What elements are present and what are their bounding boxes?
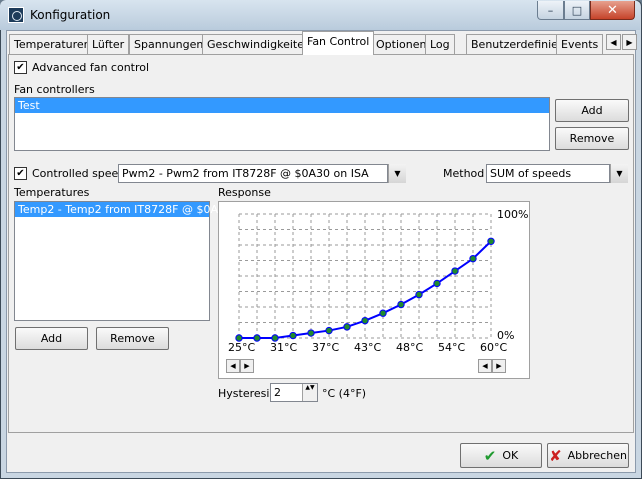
method-label: Method (443, 167, 485, 180)
tab-scroll-left-button[interactable]: ◀ (606, 34, 621, 50)
minimize-button[interactable]: – (537, 1, 564, 20)
advanced-fan-control-checkbox[interactable]: ✔ (14, 61, 27, 74)
x-tick-label: 31°C (270, 341, 298, 354)
temperatures-list[interactable]: Temp2 - Temp2 from IT8728F @ $0A30 (14, 201, 232, 321)
response-label: Response (218, 186, 271, 199)
controlled-speed-label: Controlled speed (32, 167, 126, 180)
x-tick-label: 37°C (312, 341, 340, 354)
y-max-label: 100% (497, 208, 529, 221)
temperatures-label: Temperatures (14, 186, 90, 199)
x-tick-label: 43°C (354, 341, 382, 354)
chevron-down-icon[interactable]: ▼ (388, 164, 406, 183)
check-icon: ✔ (483, 446, 497, 465)
curve-point[interactable] (487, 237, 495, 245)
curve-point[interactable] (451, 267, 459, 275)
speed-source-select[interactable]: Pwm2 - Pwm2 from IT8728F @ $0A30 on ISA … (118, 164, 406, 183)
close-button[interactable]: ✕ (590, 1, 635, 20)
curve-point[interactable] (343, 323, 351, 331)
x-tick-label: 48°C (396, 341, 424, 354)
tab-luefter[interactable]: Lüfter (87, 34, 130, 54)
app-icon (8, 7, 24, 23)
ok-button[interactable]: ✔ OK (460, 443, 542, 468)
curve-point[interactable] (289, 331, 297, 340)
curve-point[interactable] (469, 254, 477, 263)
chart-scroll-right-icon[interactable]: ▶ (240, 359, 254, 373)
curve-point[interactable] (379, 309, 387, 317)
x-tick-label: 25°C (228, 341, 256, 354)
tab-geschwindigkeiten[interactable]: Geschwindigkeiten (202, 34, 316, 54)
add-controller-button[interactable]: Add (555, 99, 629, 122)
speed-source-value: Pwm2 - Pwm2 from IT8728F @ $0A30 on ISA (118, 164, 388, 183)
chart-scroll-left-icon[interactable]: ◀ (226, 359, 240, 373)
hysteresis-label: Hysteresis (218, 387, 276, 400)
curve-point[interactable] (415, 290, 423, 299)
fan-controllers-list[interactable]: Test (14, 97, 550, 151)
method-value: SUM of speeds (486, 164, 610, 183)
remove-controller-button[interactable]: Remove (555, 127, 629, 150)
curve-point[interactable] (361, 316, 369, 325)
method-select[interactable]: SUM of speeds ▼ (486, 164, 628, 183)
maximize-button[interactable]: □ (564, 1, 590, 20)
window-title: Konfiguration (30, 8, 111, 22)
hysteresis-spinner[interactable]: 2 ▲▼ (270, 383, 318, 402)
cancel-button[interactable]: ✘ Abbrechen (547, 443, 629, 468)
tab-optionen[interactable]: Optionen (371, 34, 432, 54)
hysteresis-input[interactable]: 2 (271, 384, 302, 401)
curve-point[interactable] (307, 329, 315, 337)
chart-scroll-right-icon[interactable]: ▶ (492, 359, 506, 373)
fan-controllers-label: Fan controllers (14, 83, 95, 96)
tab-log[interactable]: Log (425, 34, 455, 54)
curve-point[interactable] (433, 279, 441, 288)
cancel-label: Abbrechen (567, 449, 627, 462)
spin-arrows-icon[interactable]: ▲▼ (302, 384, 317, 401)
cross-icon: ✘ (549, 446, 562, 465)
controlled-speed-checkbox[interactable]: ✔ (14, 167, 27, 180)
tab-events[interactable]: Events (556, 34, 604, 54)
ok-label: OK (502, 449, 519, 462)
remove-temperature-button[interactable]: Remove (96, 327, 169, 350)
hysteresis-unit: °C (4°F) (322, 387, 367, 400)
advanced-fan-control-label: Advanced fan control (32, 61, 150, 74)
curve-point[interactable] (397, 300, 405, 309)
temperature-item[interactable]: Temp2 - Temp2 from IT8728F @ $0A30 (15, 202, 232, 217)
tab-temperaturen[interactable]: Temperaturen (9, 34, 96, 54)
chart-scroll-left-icon[interactable]: ◀ (478, 359, 492, 373)
curve-point[interactable] (325, 326, 333, 335)
chevron-down-icon[interactable]: ▼ (610, 164, 628, 183)
tab-spannungen[interactable]: Spannungen (129, 34, 209, 54)
x-tick-label: 54°C (438, 341, 466, 354)
x-tick-label: 60°C (480, 341, 508, 354)
add-temperature-button[interactable]: Add (15, 327, 88, 350)
tab-fan-control[interactable]: Fan Control (302, 31, 375, 55)
tab-scroll-right-button[interactable]: ▶ (622, 34, 637, 50)
fan-controller-item[interactable]: Test (15, 98, 549, 113)
